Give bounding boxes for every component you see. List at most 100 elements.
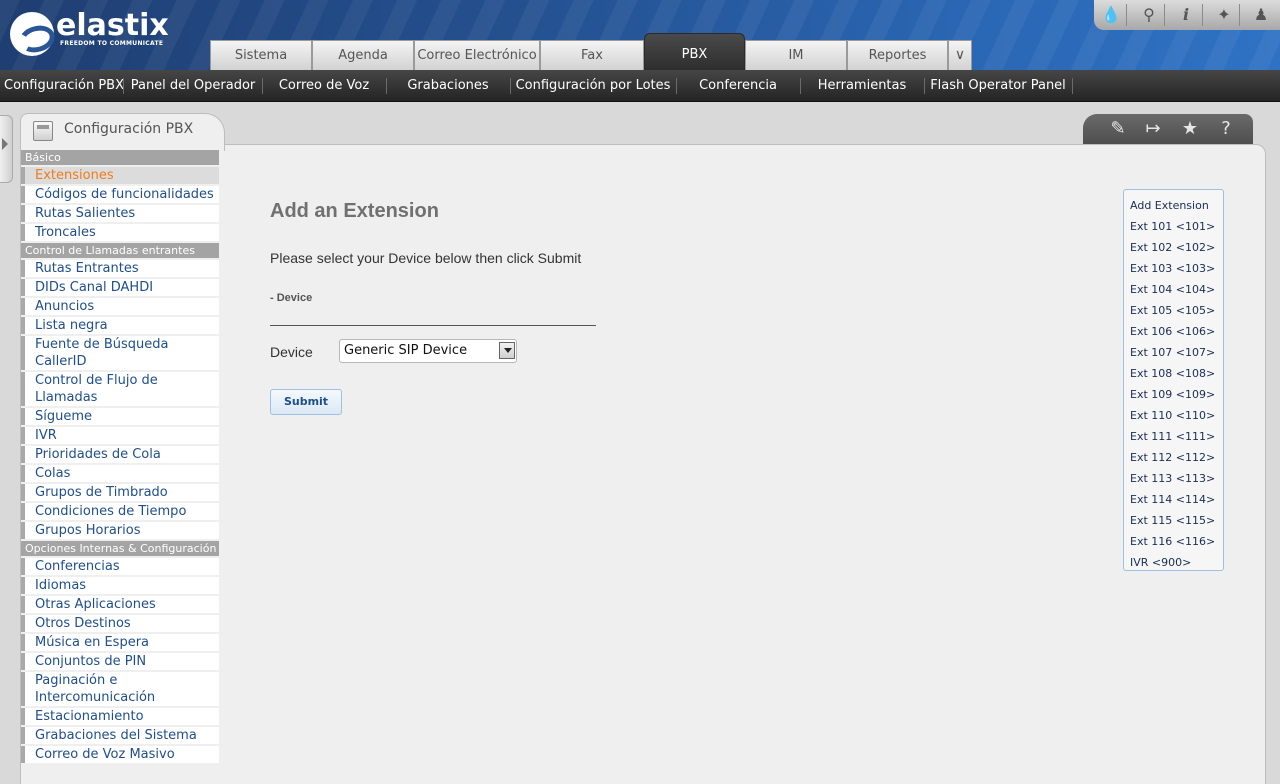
extension-link[interactable]: Ext 109 <109> (1130, 384, 1223, 405)
page-heading: Add an Extension (270, 200, 439, 222)
extension-link[interactable]: Ext 101 <101> (1130, 216, 1223, 237)
extension-link[interactable]: Ext 108 <108> (1130, 363, 1223, 384)
sidebar-item-colas[interactable]: Colas (21, 465, 219, 482)
tab-fax[interactable]: Fax (540, 40, 644, 70)
sidebar-item-rutas-entrantes[interactable]: Rutas Entrantes (21, 260, 219, 277)
extension-link[interactable]: Ext 114 <114> (1130, 489, 1223, 510)
sidebar-item-extensiones[interactable]: Extensiones (21, 167, 219, 184)
extension-link[interactable]: Ext 102 <102> (1130, 237, 1223, 258)
tab-correo-electronico[interactable]: Correo Electrónico (414, 40, 540, 70)
sidebar-item-musica-espera[interactable]: Música en Espera (21, 634, 219, 651)
subnav-configuracion-lotes[interactable]: Configuración por Lotes (514, 70, 672, 102)
sidebar-item-control-flujo[interactable]: Control de Flujo de Llamadas (21, 372, 219, 406)
sidebar-item-fuente-callerid[interactable]: Fuente de Búsqueda CallerID (21, 336, 219, 370)
help-icon[interactable]: ? (1215, 118, 1237, 140)
sidebar-item-sigueme[interactable]: Sígueme (21, 408, 219, 425)
tab-label: Reportes (868, 48, 927, 63)
star-icon[interactable]: ★ (1179, 118, 1201, 140)
device-label: Device (270, 344, 313, 360)
subnav-flash-operator-panel[interactable]: Flash Operator Panel (928, 70, 1068, 102)
extension-link[interactable]: Ext 110 <110> (1130, 405, 1223, 426)
sidebar-item-lista-negra[interactable]: Lista negra (21, 317, 219, 334)
tab-agenda[interactable]: Agenda (312, 40, 414, 70)
user-icon[interactable]: ♟ (1251, 5, 1271, 25)
search-icon[interactable]: ⚲ (1139, 5, 1159, 25)
extension-link[interactable]: Ext 116 <116> (1130, 531, 1223, 552)
edit-icon[interactable]: ✎ (1107, 118, 1129, 140)
extension-link[interactable]: Ext 111 <111> (1130, 426, 1223, 447)
sidebar-item-paginacion[interactable]: Paginación e Intercomunicación (21, 672, 219, 706)
sidebar-section-llamadas-entrantes: Control de Llamadas entrantes (21, 243, 219, 258)
page-tab: Configuración PBX (20, 113, 225, 151)
sidebar-item-conjuntos-pin[interactable]: Conjuntos de PIN (21, 653, 219, 670)
sidebar-item-anuncios[interactable]: Anuncios (21, 298, 219, 315)
sidebar-toggle[interactable] (0, 115, 13, 183)
addon-icon[interactable]: ✦ (1214, 5, 1234, 25)
sidebar-item-idiomas[interactable]: Idiomas (21, 577, 219, 594)
extension-link[interactable]: Ext 105 <105> (1130, 300, 1223, 321)
instructions-text: Please select your Device below then cli… (270, 250, 582, 266)
divider (1072, 78, 1073, 94)
subnav-configuracion-pbx[interactable]: Configuración PBX (4, 70, 124, 102)
logo-mark-icon (10, 12, 54, 56)
sidebar-item-troncales[interactable]: Troncales (21, 224, 219, 241)
divider (1126, 4, 1127, 26)
tab-pbx[interactable]: PBX (644, 33, 745, 70)
divider (386, 78, 387, 94)
extension-link[interactable]: Ext 115 <115> (1130, 510, 1223, 531)
extension-link[interactable]: Ext 106 <106> (1130, 321, 1223, 342)
sidebar-item-condiciones-tiempo[interactable]: Condiciones de Tiempo (21, 503, 219, 520)
divider (510, 78, 511, 94)
subnav-correo-voz[interactable]: Correo de Voz (266, 70, 382, 102)
subnav-panel-operador[interactable]: Panel del Operador (128, 70, 258, 102)
sidebar-item-grupos-timbrado[interactable]: Grupos de Timbrado (21, 484, 219, 501)
sidebar-item-otros-destinos[interactable]: Otros Destinos (21, 615, 219, 632)
chevron-down-icon[interactable]: ∨ (948, 40, 972, 70)
export-icon[interactable]: ↦ (1142, 118, 1164, 140)
top-icon-bar: 💧 ⚲ i ✦ ♟ (1094, 0, 1280, 30)
page-tools: ✎ ↦ ★ ? (1083, 114, 1253, 144)
tab-label: PBX (681, 47, 708, 62)
sidebar-item-otras-aplicaciones[interactable]: Otras Aplicaciones (21, 596, 219, 613)
info-icon[interactable]: i (1176, 5, 1196, 25)
sidebar-item-estacionamiento[interactable]: Estacionamiento (21, 708, 219, 725)
ivr-link[interactable]: IVR <900> (1130, 552, 1223, 573)
divider (676, 78, 677, 94)
sidebar-section-opciones-internas: Opciones Internas & Configuración (21, 541, 219, 556)
sidebar-item-prioridades-cola[interactable]: Prioridades de Cola (21, 446, 219, 463)
tab-im[interactable]: IM (745, 40, 847, 70)
elastix-logo[interactable]: elastix FREEDOM TO COMMUNICATE (10, 8, 185, 62)
tab-reportes[interactable]: Reportes (847, 40, 948, 70)
add-extension-link[interactable]: Add Extension (1130, 195, 1223, 216)
tab-sistema[interactable]: Sistema (210, 40, 312, 70)
sidebar-item-correo-voz-masivo[interactable]: Correo de Voz Masivo (21, 746, 219, 763)
page-title: Configuración PBX (64, 121, 194, 137)
submit-button[interactable]: Submit (270, 389, 342, 415)
sidebar-item-ivr[interactable]: IVR (21, 427, 219, 444)
extension-link[interactable]: Ext 112 <112> (1130, 447, 1223, 468)
subnav-herramientas[interactable]: Herramientas (804, 70, 920, 102)
divider (262, 78, 263, 94)
extension-link[interactable]: Ext 113 <113> (1130, 468, 1223, 489)
sidebar-item-grabaciones-sistema[interactable]: Grabaciones del Sistema (21, 727, 219, 744)
sidebar-item-rutas-salientes[interactable]: Rutas Salientes (21, 205, 219, 222)
logo-tagline: FREEDOM TO COMMUNICATE (60, 40, 164, 47)
drop-icon[interactable]: 💧 (1101, 5, 1121, 25)
sidebar-item-conferencias[interactable]: Conferencias (21, 558, 219, 575)
section-label: - Device (270, 292, 313, 304)
tab-label: Fax (581, 48, 603, 63)
tab-label: Sistema (234, 48, 288, 63)
extension-link[interactable]: Ext 104 <104> (1130, 279, 1223, 300)
dropdown-arrow-icon[interactable] (499, 342, 515, 359)
extension-link[interactable]: Ext 107 <107> (1130, 342, 1223, 363)
sidebar-item-grupos-horarios[interactable]: Grupos Horarios (21, 522, 219, 539)
subnav-conferencia[interactable]: Conferencia (680, 70, 796, 102)
subnav-grabaciones[interactable]: Grabaciones (390, 70, 506, 102)
device-select[interactable]: Generic SIP Device (339, 339, 517, 363)
sidebar-item-codigos[interactable]: Códigos de funcionalidades (21, 186, 219, 203)
divider (1164, 4, 1165, 26)
divider (123, 78, 124, 94)
chevron-right-icon (2, 138, 8, 150)
extension-link[interactable]: Ext 103 <103> (1130, 258, 1223, 279)
sidebar-item-dids-dahdi[interactable]: DIDs Canal DAHDI (21, 279, 219, 296)
